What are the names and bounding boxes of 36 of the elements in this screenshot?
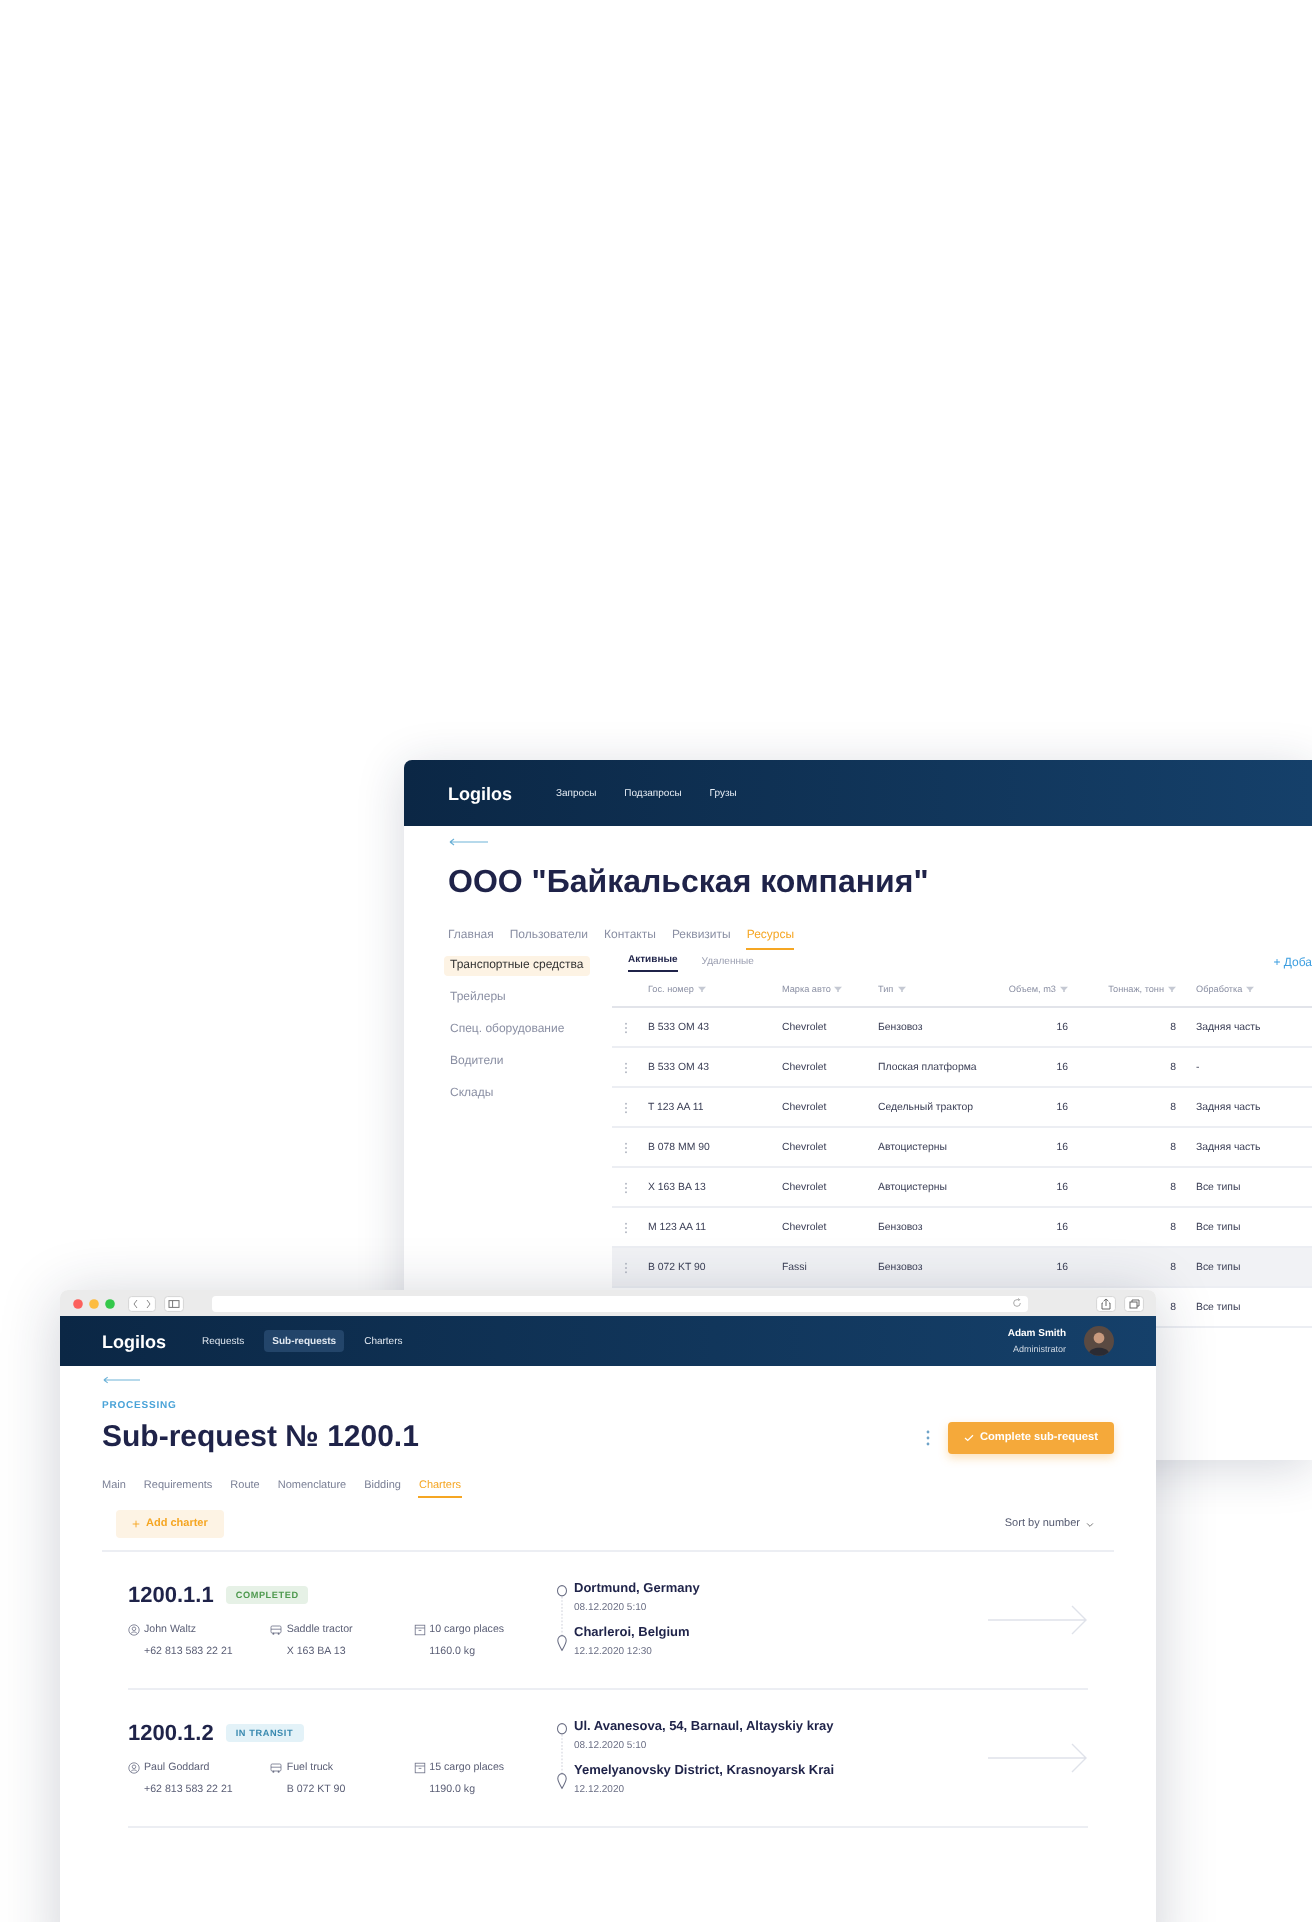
- route-line-drawing: [556, 1722, 568, 1790]
- truck-icon: [270, 1623, 283, 1635]
- window-controls-icon[interactable]: [72, 1297, 120, 1309]
- person-icon: [128, 1623, 140, 1635]
- tabs-icon[interactable]: [1124, 1295, 1144, 1311]
- more-icon[interactable]: [925, 1429, 930, 1445]
- caret-icon: [1086, 1521, 1094, 1527]
- avatar[interactable]: [1084, 1326, 1114, 1356]
- check-icon: [963, 1433, 974, 1441]
- logo: Logilos: [102, 1331, 166, 1351]
- arrow-right-icon[interactable]: [988, 1604, 1088, 1636]
- arrow-right-icon[interactable]: [988, 1742, 1088, 1774]
- charter-number: 1200.1.1: [128, 1583, 214, 1607]
- box-icon: [413, 1761, 426, 1773]
- truck-icon: [270, 1761, 283, 1773]
- filter-icon[interactable]: [897, 985, 906, 993]
- reload-icon[interactable]: [1012, 1298, 1022, 1308]
- back-forward-icon[interactable]: [128, 1295, 156, 1311]
- back-arrow-icon[interactable]: [448, 838, 488, 846]
- sidebar-icon[interactable]: [164, 1295, 184, 1311]
- route-line-drawing: [556, 1584, 568, 1652]
- plus-icon: [132, 1520, 140, 1528]
- filter-icon[interactable]: [1168, 985, 1176, 993]
- filter-icon[interactable]: [834, 985, 843, 993]
- filter-icon[interactable]: [1060, 985, 1068, 993]
- page-title: Sub-request № 1200.1: [102, 1420, 419, 1454]
- share-icon[interactable]: [1096, 1295, 1116, 1311]
- page-title: ООО "Байкальская компания": [448, 866, 931, 902]
- back-arrow-icon[interactable]: [102, 1376, 140, 1384]
- filter-icon[interactable]: [1246, 985, 1255, 993]
- charter-number: 1200.1.2: [128, 1721, 214, 1745]
- filter-icon[interactable]: [697, 985, 706, 993]
- person-icon: [128, 1761, 140, 1773]
- logo: Logilos: [448, 783, 512, 803]
- box-icon: [413, 1623, 426, 1635]
- address-bar[interactable]: [212, 1295, 1028, 1311]
